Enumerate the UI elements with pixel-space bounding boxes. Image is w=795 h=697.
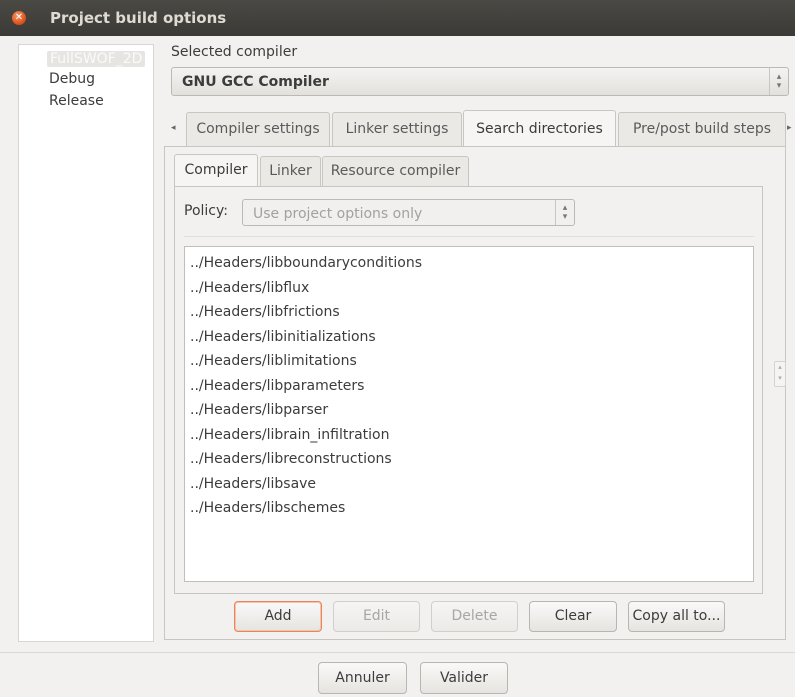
clear-button[interactable]: Clear (529, 601, 617, 632)
list-item[interactable]: ../Headers/libparser (185, 398, 753, 423)
tree-item-release[interactable]: Release (49, 93, 104, 109)
list-item[interactable]: ../Headers/libinitializations (185, 325, 753, 350)
copy-all-to-button[interactable]: Copy all to... (628, 601, 725, 632)
delete-button[interactable]: Delete (431, 601, 518, 632)
list-item[interactable]: ../Headers/libfrictions (185, 300, 753, 325)
list-item[interactable]: ../Headers/libreconstructions (185, 447, 753, 472)
compiler-select-value: GNU GCC Compiler (182, 74, 329, 90)
list-item[interactable]: ../Headers/libsave (185, 472, 753, 497)
subtab-compiler[interactable]: Compiler (174, 154, 258, 187)
tree-item-debug[interactable]: Debug (49, 71, 95, 87)
directory-list[interactable]: ../Headers/libboundaryconditions ../Head… (184, 246, 754, 582)
spinner-arrows-icon: ▴ ▾ (555, 200, 574, 225)
spinner-arrows-icon: ▴ ▾ (769, 68, 788, 95)
ok-button[interactable]: Valider (420, 662, 508, 694)
list-item[interactable]: ../Headers/libschemes (185, 496, 753, 521)
tab-scroll-left-icon[interactable]: ◂ (171, 123, 176, 133)
window-title: Project build options (50, 9, 227, 27)
title-bar: ✕ Project build options (0, 0, 795, 36)
list-item[interactable]: ../Headers/librain_infiltration (185, 423, 753, 448)
policy-select-value: Use project options only (253, 206, 423, 222)
build-target-tree[interactable]: FullSWOF_2D Debug Release (18, 44, 154, 642)
tab-linker-settings[interactable]: Linker settings (332, 112, 462, 146)
add-button[interactable]: Add (234, 601, 322, 632)
list-item[interactable]: ../Headers/libflux (185, 276, 753, 301)
list-item[interactable]: ../Headers/libparameters (185, 374, 753, 399)
tab-search-directories[interactable]: Search directories (463, 110, 616, 148)
list-item[interactable]: ../Headers/libboundaryconditions (185, 251, 753, 276)
side-spinner-icon: ▴ ▾ (774, 361, 786, 387)
tree-item-fullswof[interactable]: FullSWOF_2D (47, 51, 146, 67)
divider (0, 652, 795, 653)
close-icon[interactable]: ✕ (12, 11, 26, 25)
list-item[interactable]: ../Headers/liblimitations (185, 349, 753, 374)
tab-compiler-settings[interactable]: Compiler settings (186, 112, 330, 146)
subtab-linker[interactable]: Linker (260, 156, 321, 186)
selected-compiler-label: Selected compiler (171, 44, 298, 60)
tab-pre-post-build-steps[interactable]: Pre/post build steps (618, 112, 786, 146)
cancel-button[interactable]: Annuler (318, 662, 407, 694)
policy-label: Policy: (184, 203, 228, 219)
subtab-resource-compiler[interactable]: Resource compiler (322, 156, 469, 186)
divider (184, 236, 754, 237)
edit-button[interactable]: Edit (333, 601, 420, 632)
compiler-select[interactable]: GNU GCC Compiler ▴ ▾ (171, 67, 789, 96)
tab-scroll-right-icon[interactable]: ▸ (787, 123, 792, 133)
policy-select: Use project options only ▴ ▾ (242, 199, 575, 226)
